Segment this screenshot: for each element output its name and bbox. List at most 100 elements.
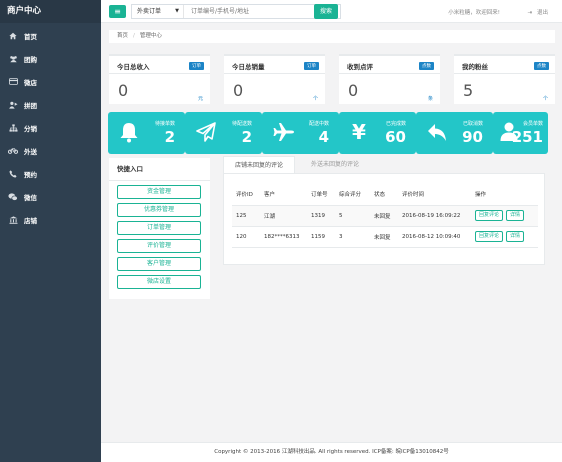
tile-value: 251 <box>511 128 543 146</box>
breadcrumb-current: 管理中心 <box>139 33 162 39</box>
sidebar-item-label: 首页 <box>24 32 37 41</box>
tile-value: 4 <box>318 128 329 146</box>
reply-icon <box>427 121 447 147</box>
detail-button[interactable]: 详情 <box>506 210 525 221</box>
tile-delivering[interactable]: 配送中数 4 <box>262 112 339 154</box>
stat-card-sales: 今日总销量 订单 0 个 <box>224 54 325 104</box>
reply-review-button[interactable]: 回复评论 <box>475 231 504 242</box>
plane-icon <box>273 121 295 147</box>
sidebar-item-home[interactable]: 首页 <box>0 24 101 47</box>
top-bar: ≡ 外卖订单 ▼ 搜索 小米粒糖，欢迎回来! ⇥ 退出 <box>101 0 562 23</box>
phone-icon <box>8 169 18 178</box>
footer-copyright: Copyright © 2013-2016 江湖科技出品. All rights… <box>101 442 562 462</box>
table-header-row: 评价ID 客户 订单号 综合评分 状态 评价时间 操作 <box>232 184 538 206</box>
search-type-select[interactable]: 外卖订单 ▼ <box>132 5 184 18</box>
order-management-button[interactable]: 订单管理 <box>117 221 201 235</box>
detail-button[interactable]: 详情 <box>506 231 525 242</box>
stat-card-reviews: 收到点评 点数 0 条 <box>339 54 440 104</box>
sidebar-item-distribution[interactable]: 分销 <box>0 116 101 139</box>
tile-completed[interactable]: ¥ 已完成数 60 <box>339 112 416 154</box>
tile-pending-accept[interactable]: 待接单数 2 <box>108 112 185 154</box>
column-header: 客户 <box>260 184 307 206</box>
review-id: 125 <box>232 205 260 227</box>
sidebar-item-label: 外送 <box>24 147 37 156</box>
column-header: 评价时间 <box>398 184 471 206</box>
stat-card-income: 今日总收入 订单 0 元 <box>109 54 210 104</box>
funds-management-button[interactable]: 资金管理 <box>117 185 201 199</box>
paper-plane-icon <box>196 121 216 147</box>
review-management-button[interactable]: 评价管理 <box>117 239 201 253</box>
stat-badge: 点数 <box>419 62 434 70</box>
tab-store-unreplied[interactable]: 店铺未回复的评论 <box>223 156 296 173</box>
tile-cancelled[interactable]: 已取消数 90 <box>416 112 493 154</box>
column-header: 评价ID <box>232 184 260 206</box>
sidebar-item-shop[interactable]: 店铺 <box>0 208 101 231</box>
stat-unit: 元 <box>197 96 203 102</box>
stat-value: 5 <box>463 81 474 100</box>
divider <box>339 73 440 74</box>
store-settings-button[interactable]: 微店设置 <box>117 275 201 289</box>
sidebar-item-group-buy[interactable]: 团购 <box>0 47 101 70</box>
coupon-management-button[interactable]: 优惠券管理 <box>117 203 201 217</box>
sidebar-item-wechat[interactable]: 微信 <box>0 185 101 208</box>
brand-title: 商户中心 <box>0 0 101 23</box>
divider <box>454 73 555 74</box>
column-header: 订单号 <box>307 184 335 206</box>
customer-management-button[interactable]: 客户管理 <box>117 257 201 271</box>
group-buy-icon <box>8 55 18 63</box>
sidebar-item-label: 团购 <box>24 55 37 64</box>
column-header: 综合评分 <box>335 184 370 206</box>
column-header: 操作 <box>471 184 538 206</box>
stat-title: 今日总收入 <box>117 63 150 71</box>
tile-pending-delivery[interactable]: 待配送数 2 <box>185 112 262 154</box>
search-group: 外卖订单 ▼ <box>131 4 341 19</box>
sidebar-item-micro-store[interactable]: 微店 <box>0 70 101 93</box>
stat-unit: 个 <box>312 96 318 102</box>
stat-title: 今日总销量 <box>232 63 265 71</box>
tile-value: 90 <box>462 128 483 146</box>
sidebar-item-team-buy[interactable]: 拼团 <box>0 93 101 116</box>
sidebar: 商户中心 首页 团购 微店 拼团 分销 外送 预约 微信 店铺 <box>0 0 101 462</box>
motorcycle-icon <box>8 147 18 154</box>
review-id: 120 <box>232 226 260 248</box>
tile-label: 待配送数 <box>231 121 252 127</box>
stat-badge: 订单 <box>189 62 204 70</box>
logout-label: 退出 <box>536 10 548 16</box>
divider <box>109 73 210 74</box>
search-button[interactable]: 搜索 <box>314 4 338 19</box>
review-order: 1319 <box>307 205 335 227</box>
tile-label: 会员单数 <box>522 121 543 127</box>
tile-value: 2 <box>241 128 252 146</box>
review-customer: 江湖 <box>260 205 307 227</box>
tab-delivery-unreplied[interactable]: 外送未回复的评论 <box>300 156 370 173</box>
menu-toggle-button[interactable]: ≡ <box>109 5 126 18</box>
stat-value: 0 <box>233 81 244 100</box>
tile-members[interactable]: 会员单数 251 <box>493 112 548 154</box>
stat-title: 收到点评 <box>347 63 373 71</box>
search-type-value: 外卖订单 <box>137 8 162 15</box>
sidebar-item-label: 拼团 <box>24 101 37 110</box>
review-order: 1159 <box>307 226 335 248</box>
tile-label: 已完成数 <box>385 121 406 127</box>
review-score: 3 <box>335 226 370 248</box>
reply-review-button[interactable]: 回复评论 <box>475 210 504 221</box>
team-icon <box>8 101 18 109</box>
breadcrumb-home[interactable]: 首页 <box>117 33 128 39</box>
tile-value: 60 <box>385 128 406 146</box>
reviews-panel: 评价ID 客户 订单号 综合评分 状态 评价时间 操作 125 江湖 1319 … <box>223 173 545 265</box>
reviews-table: 评价ID 客户 订单号 综合评分 状态 评价时间 操作 125 江湖 1319 … <box>232 184 538 248</box>
home-icon <box>8 32 18 40</box>
column-header: 状态 <box>370 184 398 206</box>
sidebar-item-label: 店铺 <box>24 216 37 225</box>
divider <box>224 73 325 74</box>
sidebar-item-delivery[interactable]: 外送 <box>0 139 101 162</box>
stat-badge: 点数 <box>534 62 549 70</box>
welcome-text: 小米粒糖，欢迎回来! <box>448 10 500 16</box>
stat-unit: 条 <box>427 96 433 102</box>
sidebar-item-booking[interactable]: 预约 <box>0 162 101 185</box>
sitemap-icon <box>8 123 18 132</box>
logout-link[interactable]: ⇥ 退出 <box>527 8 548 16</box>
table-row: 125 江湖 1319 5 未回复 2016-08-19 16:09:22 回复… <box>232 205 538 227</box>
stat-card-fans: 我的粉丝 点数 5 个 <box>454 54 555 104</box>
review-tabs: 店铺未回复的评论 外送未回复的评论 <box>223 156 545 173</box>
